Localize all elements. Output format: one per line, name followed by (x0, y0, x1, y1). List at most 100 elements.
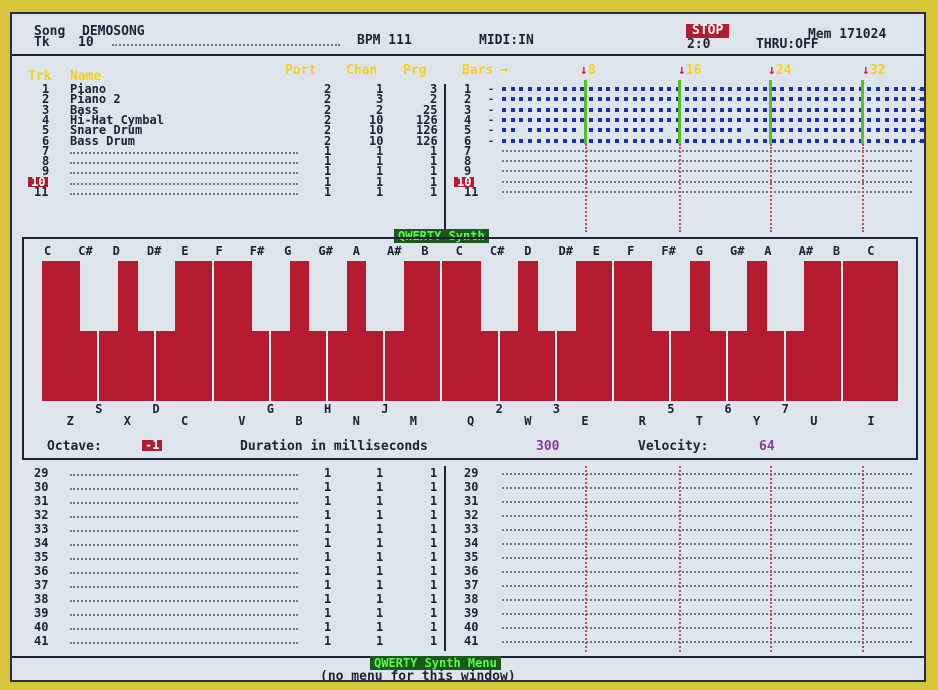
bar-cell[interactable] (884, 138, 889, 143)
track-name-empty[interactable] (70, 502, 298, 504)
bar-cell[interactable] (554, 128, 559, 133)
bar-cell[interactable] (684, 117, 689, 122)
bar-cell[interactable] (632, 138, 637, 143)
empty-bar-row[interactable] (502, 529, 912, 531)
bar-cell[interactable] (789, 117, 794, 122)
bar-cell[interactable] (658, 87, 663, 91)
bpm-display[interactable]: BPM 111 (357, 34, 412, 47)
bar-cell[interactable] (641, 107, 646, 112)
bar-cell[interactable] (571, 117, 576, 122)
bar-cell[interactable] (545, 138, 550, 143)
bar-cell[interactable] (806, 138, 811, 143)
bar-cell[interactable] (658, 138, 663, 143)
bar-cell[interactable] (623, 128, 628, 133)
bar-cell[interactable] (763, 138, 767, 143)
bar-cell[interactable] (876, 117, 881, 122)
bar-cell[interactable] (554, 97, 559, 102)
bar-cell[interactable] (632, 128, 637, 133)
bar-cell[interactable] (823, 117, 828, 122)
bar-cell[interactable] (806, 107, 811, 112)
bar-cell[interactable] (658, 97, 663, 102)
bar-cell[interactable] (797, 117, 802, 122)
bar-cell[interactable] (823, 107, 828, 112)
bar-cell[interactable] (841, 117, 846, 122)
bar-cell[interactable] (902, 97, 907, 102)
bar-cell[interactable] (536, 97, 541, 102)
bar-cell[interactable] (823, 97, 828, 102)
bar-cell[interactable] (832, 138, 837, 143)
bar-cell[interactable] (536, 128, 541, 133)
empty-bar-row[interactable] (502, 627, 912, 629)
bar-cell[interactable] (832, 128, 837, 133)
piano-black-key[interactable] (537, 261, 576, 331)
track-name-empty[interactable] (70, 558, 298, 560)
bar-cell[interactable] (867, 87, 872, 91)
track-prg[interactable]: 1 (430, 537, 437, 549)
bar-cell[interactable] (763, 128, 767, 133)
bar-cell[interactable] (502, 107, 506, 112)
bar-cell[interactable] (562, 128, 567, 133)
bar-cell[interactable] (841, 138, 846, 143)
bar-cell[interactable] (667, 87, 672, 91)
bar-cell[interactable] (545, 128, 550, 133)
bar-cell[interactable] (649, 138, 654, 143)
bar-cell[interactable] (589, 87, 593, 91)
bar-cell[interactable] (893, 107, 898, 112)
bar-cell[interactable] (615, 117, 620, 122)
bar-cell[interactable] (745, 107, 750, 112)
track-prg[interactable]: 1 (430, 607, 437, 619)
track-chan[interactable]: 1 (376, 467, 383, 479)
bar-cell[interactable] (571, 87, 576, 91)
bar-cell[interactable] (736, 138, 741, 143)
bar-cell[interactable] (728, 97, 733, 102)
track-chan[interactable]: 1 (376, 607, 383, 619)
empty-bar-row[interactable] (502, 160, 912, 163)
empty-bar-row[interactable] (502, 613, 912, 615)
bar-cell[interactable] (910, 107, 915, 112)
bar-cell[interactable] (832, 87, 837, 91)
bar-cell[interactable] (893, 97, 898, 102)
bar-cell[interactable] (571, 138, 576, 143)
bar-cell[interactable] (702, 117, 707, 122)
bar-cell[interactable] (893, 128, 898, 133)
bar-cell[interactable] (510, 107, 515, 112)
track-chan[interactable]: 1 (376, 481, 383, 493)
bar-cell[interactable] (902, 107, 907, 112)
bar-cell[interactable] (780, 138, 785, 143)
bar-cell[interactable] (710, 117, 715, 122)
bar-cell[interactable] (649, 97, 654, 102)
track-chan[interactable]: 1 (376, 579, 383, 591)
bar-cell[interactable] (606, 97, 611, 102)
bar-cell[interactable] (850, 87, 854, 91)
bar-cell[interactable] (519, 97, 524, 102)
track-prg[interactable]: 1 (430, 593, 437, 605)
bar-cell[interactable] (876, 97, 881, 102)
bar-cell[interactable] (589, 107, 593, 112)
bar-cell[interactable] (910, 128, 915, 133)
bar-cell[interactable] (597, 107, 602, 112)
bar-cell[interactable] (884, 117, 889, 122)
bar-cell[interactable] (502, 97, 506, 102)
bar-cell[interactable] (623, 87, 628, 91)
bar-cell[interactable] (771, 107, 776, 112)
track-name-empty[interactable] (70, 172, 298, 175)
bar-cell[interactable] (745, 138, 750, 143)
bar-cell[interactable] (658, 107, 663, 112)
bar-cell[interactable] (736, 128, 741, 133)
bar-cell[interactable] (806, 117, 811, 122)
track-name-empty[interactable] (70, 600, 298, 602)
bar-cell[interactable] (502, 87, 506, 91)
bar-cell[interactable] (710, 107, 715, 112)
bar-cell[interactable] (754, 97, 759, 102)
bar-cell[interactable] (850, 107, 854, 112)
bar-cell[interactable] (736, 107, 741, 112)
bar-cell[interactable] (597, 117, 602, 122)
bar-cell[interactable] (615, 138, 620, 143)
track-chan[interactable]: 1 (376, 509, 383, 521)
bar-cell[interactable] (902, 128, 907, 133)
duration-value[interactable]: 300 (536, 440, 559, 453)
bar-cell[interactable] (519, 117, 524, 122)
bar-cell[interactable] (554, 138, 559, 143)
track-port[interactable]: 1 (324, 481, 331, 493)
bar-cell[interactable] (745, 97, 750, 102)
